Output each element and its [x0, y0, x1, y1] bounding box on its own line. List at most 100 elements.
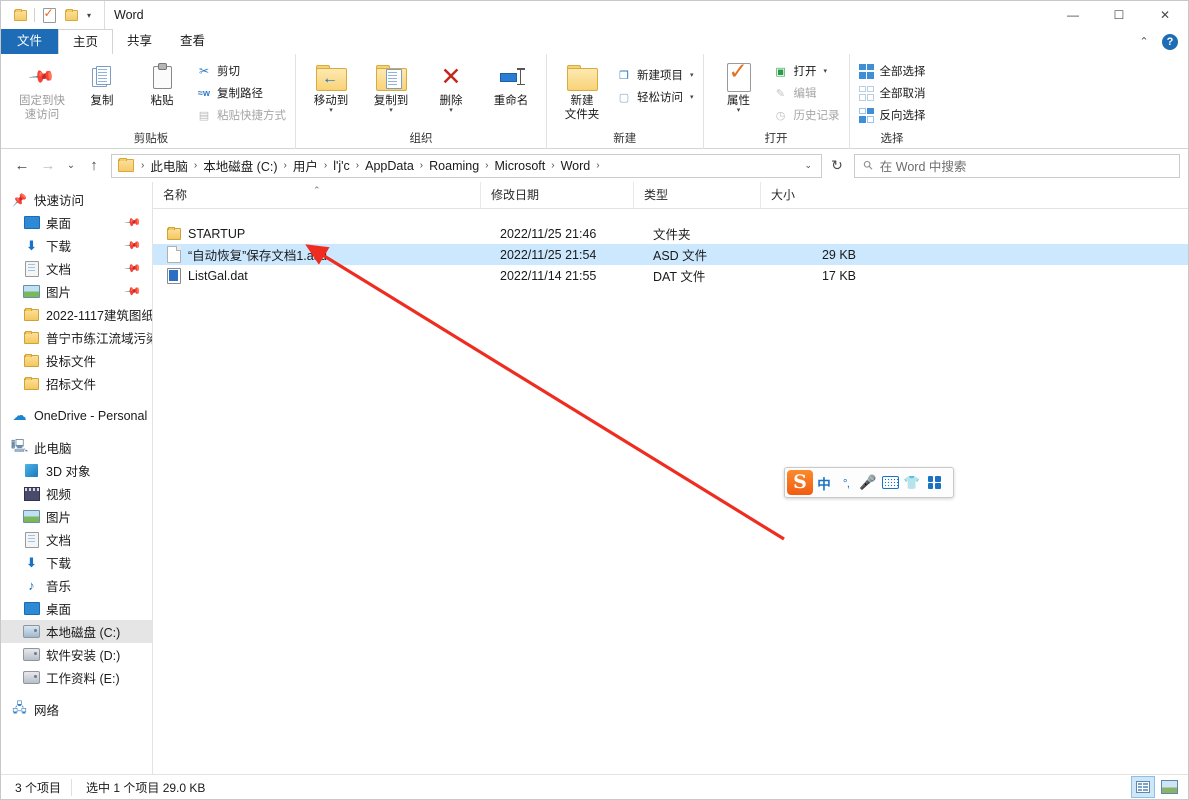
refresh-button[interactable]: ↻	[824, 153, 850, 179]
up-button[interactable]: ↑	[81, 153, 107, 179]
ime-voice-input-button[interactable]: 🎤	[857, 470, 879, 496]
new-folder-button[interactable]: 新建 文件夹	[552, 58, 612, 124]
new-item-button[interactable]: ❐ 新建项目 ▾	[612, 64, 698, 86]
sidebar-item-videos[interactable]: 视频	[1, 482, 152, 505]
minimize-button[interactable]: —	[1050, 1, 1096, 29]
sidebar-item-folder-4[interactable]: 招标文件	[1, 372, 152, 395]
copy-to-button[interactable]: 复制到 ▾	[361, 58, 421, 116]
tab-view[interactable]: 查看	[166, 29, 219, 54]
breadcrumb-item-4[interactable]: AppData	[362, 157, 417, 175]
details-view-button[interactable]	[1131, 776, 1155, 798]
sogou-logo-icon[interactable]: S	[787, 470, 813, 495]
pin-icon[interactable]: 📌	[124, 282, 143, 301]
large-icons-view-button[interactable]	[1158, 777, 1180, 797]
folder-icon[interactable]	[9, 4, 31, 26]
ime-toolbox-button[interactable]	[923, 470, 945, 496]
pin-icon[interactable]: 📌	[124, 213, 143, 232]
new-item-icon: ❐	[619, 69, 629, 82]
sidebar-onedrive[interactable]: ☁ OneDrive - Personal	[1, 404, 152, 427]
move-to-button[interactable]: ← 移动到 ▾	[301, 58, 361, 116]
breadcrumb-item-6[interactable]: Microsoft	[492, 157, 549, 175]
open-button[interactable]: ▣ 打开 ▾	[769, 60, 844, 82]
new-folder-icon[interactable]	[60, 4, 82, 26]
ime-language-mode-button[interactable]: 中	[813, 470, 835, 496]
breadcrumb-item-1[interactable]: 本地磁盘 (C:)	[200, 154, 280, 177]
tab-home[interactable]: 主页	[58, 29, 114, 55]
rename-button[interactable]: 重命名	[481, 58, 541, 110]
sidebar-item-folder-1[interactable]: 2022-1117建筑图纸	[1, 303, 152, 326]
ime-punctuation-button[interactable]: °,	[835, 470, 857, 496]
sidebar-quick-access[interactable]: 📌 快速访问	[1, 188, 152, 211]
chevron-down-icon[interactable]: ▾	[389, 107, 393, 114]
sidebar-network[interactable]: 🖧 网络	[1, 698, 152, 721]
copy-button[interactable]: 复制	[72, 58, 132, 110]
back-button[interactable]: ←	[9, 153, 35, 179]
invert-selection-button[interactable]: 反向选择	[855, 104, 930, 126]
paste-shortcut-button[interactable]: ▤ 粘贴快捷方式	[192, 104, 290, 126]
breadcrumb-item-7[interactable]: Word	[558, 157, 594, 175]
breadcrumb[interactable]: › 此电脑 › 本地磁盘 (C:) › 用户 › l'j'c › AppData…	[111, 153, 822, 178]
sidebar-this-pc[interactable]: 🖳 此电脑	[1, 436, 152, 459]
chevron-down-icon[interactable]: ▾	[824, 67, 828, 75]
delete-button[interactable]: ✕ 删除 ▾	[421, 58, 481, 116]
sidebar-item-folder-2[interactable]: 普宁市练江流域污染	[1, 326, 152, 349]
tab-file[interactable]: 文件	[1, 29, 59, 54]
breadcrumb-item-2[interactable]: 用户	[290, 154, 321, 177]
tab-share[interactable]: 共享	[113, 29, 166, 54]
recent-locations-button[interactable]: ⌄	[61, 153, 81, 179]
column-date-modified[interactable]: 修改日期	[480, 182, 633, 208]
table-row[interactable]: ListGal.dat 2022/11/14 21:55 DAT 文件 17 K…	[153, 265, 1188, 286]
breadcrumb-item-3[interactable]: l'j'c	[330, 157, 353, 175]
ime-skin-button[interactable]: 👕	[901, 470, 923, 496]
search-input[interactable]: ⚲ 在 Word 中搜索	[854, 153, 1180, 178]
table-row[interactable]: “自动恢复”保存文档1.asd 2022/11/25 21:54 ASD 文件 …	[153, 244, 1188, 265]
copy-path-button[interactable]: ≈w 复制路径	[192, 82, 290, 104]
sidebar-item-downloads-pc[interactable]: ⬇ 下载	[1, 551, 152, 574]
chevron-down-icon[interactable]: ▾	[329, 107, 333, 114]
sogou-ime-toolbar[interactable]: S 中 °, 🎤 👕	[784, 467, 954, 498]
chevron-down-icon[interactable]: ▾	[690, 71, 694, 79]
help-icon[interactable]: ?	[1162, 33, 1178, 50]
sidebar-item-documents[interactable]: 文档 📌	[1, 257, 152, 280]
column-name[interactable]: 名称 ⌃	[153, 182, 480, 208]
breadcrumb-item-0[interactable]: 此电脑	[147, 154, 191, 177]
chevron-up-icon[interactable]: ⌃	[1134, 35, 1154, 48]
column-size[interactable]: 大小	[760, 182, 860, 208]
properties-icon[interactable]	[38, 4, 60, 26]
forward-button[interactable]: →	[35, 153, 61, 179]
sidebar-item-folder-3[interactable]: 投标文件	[1, 349, 152, 372]
sidebar-item-downloads[interactable]: ⬇ 下载 📌	[1, 234, 152, 257]
chevron-down-icon[interactable]: ⌄	[797, 160, 819, 171]
chevron-down-icon[interactable]: ▾	[82, 11, 96, 20]
chevron-down-icon[interactable]: ▾	[449, 107, 453, 114]
chevron-down-icon[interactable]: ▾	[737, 107, 741, 114]
pin-icon[interactable]: 📌	[124, 236, 143, 255]
cut-button[interactable]: ✂ 剪切	[192, 60, 290, 82]
history-button[interactable]: ◷ 历史记录	[769, 104, 844, 126]
column-type[interactable]: 类型	[633, 182, 760, 208]
ime-soft-keyboard-button[interactable]	[879, 470, 901, 496]
easy-access-button[interactable]: ▢ 轻松访问 ▾	[612, 86, 698, 108]
chevron-down-icon[interactable]: ▾	[690, 93, 694, 101]
edit-button[interactable]: ✎ 编辑	[769, 82, 844, 104]
sidebar-item-desktop[interactable]: 桌面 📌	[1, 211, 152, 234]
sidebar-item-documents-pc[interactable]: 文档	[1, 528, 152, 551]
close-button[interactable]: ✕	[1142, 1, 1188, 29]
paste-button[interactable]: 粘贴	[132, 58, 192, 110]
table-row[interactable]: STARTUP 2022/11/25 21:46 文件夹	[153, 223, 1188, 244]
sidebar-item-pictures-pc[interactable]: 图片	[1, 505, 152, 528]
sidebar-item-desktop-pc[interactable]: 桌面	[1, 597, 152, 620]
select-all-button[interactable]: 全部选择	[855, 60, 930, 82]
sidebar-item-pictures[interactable]: 图片 📌	[1, 280, 152, 303]
select-none-button[interactable]: 全部取消	[855, 82, 930, 104]
sidebar-item-music[interactable]: ♪ 音乐	[1, 574, 152, 597]
sidebar-item-drive-e[interactable]: 工作资料 (E:)	[1, 666, 152, 689]
maximize-button[interactable]: ☐	[1096, 1, 1142, 29]
properties-button[interactable]: 属性 ▾	[709, 58, 769, 116]
pin-to-quick-access-button[interactable]: 📌 固定到快 速访问	[12, 58, 72, 124]
sidebar-item-drive-c[interactable]: 本地磁盘 (C:)	[1, 620, 152, 643]
sidebar-item-drive-d[interactable]: 软件安装 (D:)	[1, 643, 152, 666]
breadcrumb-item-5[interactable]: Roaming	[426, 157, 482, 175]
sidebar-item-3d-objects[interactable]: 3D 对象	[1, 459, 152, 482]
pin-icon[interactable]: 📌	[124, 259, 143, 278]
